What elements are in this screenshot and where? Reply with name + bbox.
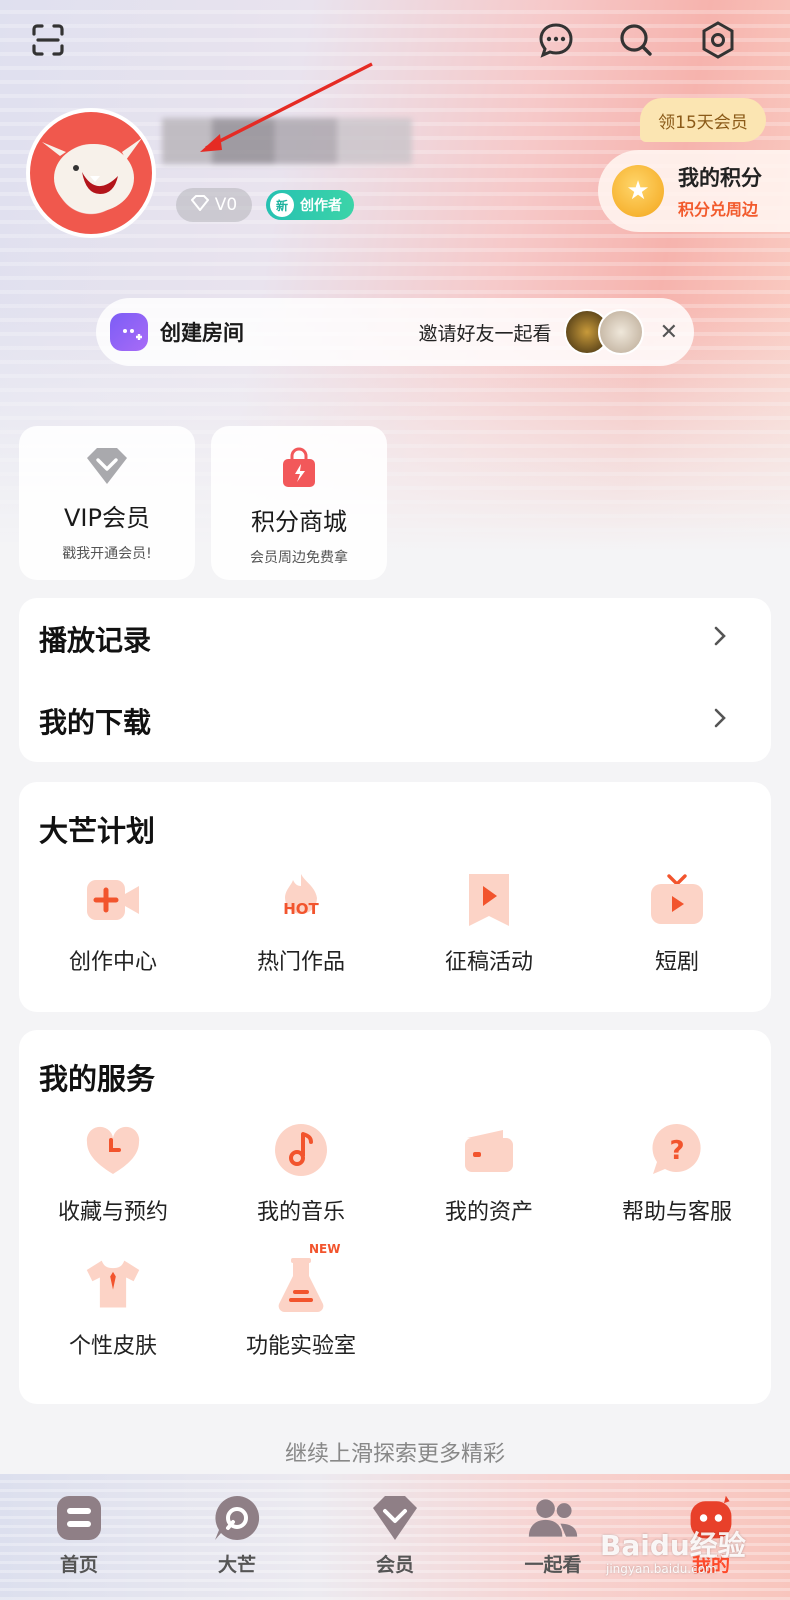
short-drama-label: 短剧 (654, 950, 699, 975)
annotation-arrow (200, 62, 373, 152)
creation-center-label: 创作中心 (68, 950, 157, 975)
new-badge: NEW (309, 1242, 341, 1256)
vip-trial-bubble[interactable]: 领15天会员 (640, 98, 766, 142)
watermark-sub: jingyan.baidu.com (606, 1562, 717, 1576)
explore-more-hint: 继续上滑探索更多精彩 (284, 1442, 505, 1467)
star-coin-icon: ★ (612, 165, 664, 217)
favorites-item[interactable]: 收藏与预约 (19, 1120, 207, 1226)
tab-damang[interactable]: 大芒 (158, 1474, 316, 1600)
hot-works-item[interactable]: HOT 热门作品 (207, 870, 395, 976)
mall-card-title: 积分商城 (251, 508, 347, 536)
watch-together-icon (527, 1492, 579, 1544)
friend-avatar (597, 309, 644, 355)
search-icon[interactable] (614, 18, 658, 62)
flask-icon: NEW (271, 1242, 340, 1314)
feature-lab-item[interactable]: NEW 功能实验室 (207, 1242, 395, 1360)
tab-home-label: 首页 (59, 1554, 98, 1576)
close-icon[interactable]: ✕ (660, 320, 678, 345)
shopping-bag-icon (277, 446, 321, 494)
hot-works-label: 热门作品 (256, 950, 345, 975)
message-icon[interactable] (534, 18, 578, 62)
points-title: 我的积分 (678, 166, 762, 190)
help-service-label: 帮助与客服 (621, 1200, 732, 1225)
my-download-label: 我的下载 (39, 706, 152, 739)
room-add-icon (110, 313, 148, 351)
points-mall-card[interactable]: 积分商城 会员周边免费拿 (211, 426, 387, 580)
submission-event-label: 征稿活动 (444, 950, 533, 975)
submission-event-item[interactable]: 征稿活动 (395, 870, 583, 976)
baidu-watermark: Baidu经验 jingyan.baidu.com (600, 1524, 746, 1576)
my-services-panel: 我的服务 收藏与预约 我的音乐 我的资产 ? 帮助与客服 个性皮肤 NEW 功能… (19, 1030, 771, 1404)
points-subtitle: 积分兑周边 (678, 200, 759, 219)
friend-avatars (563, 309, 644, 355)
creator-label: 创作者 (300, 198, 342, 214)
help-bubble-icon: ? (647, 1120, 707, 1180)
invite-label: 邀请好友一起看 (418, 322, 552, 345)
music-note-icon (271, 1120, 331, 1180)
watermark-text: Baidu经验 (600, 1529, 746, 1562)
diamond-icon (83, 446, 131, 490)
tv-play-icon (647, 870, 707, 930)
create-room-label: 创建房间 (160, 321, 244, 345)
creator-badge[interactable]: 新 创作者 (266, 190, 354, 220)
my-assets-item[interactable]: 我的资产 (395, 1120, 583, 1226)
feature-lab-label: 功能实验室 (245, 1334, 356, 1359)
avatar[interactable] (26, 108, 156, 238)
history-download-panel: 播放记录 我的下载 (19, 598, 771, 762)
vip-card-title: VIP会员 (64, 504, 150, 532)
points-card[interactable]: ★ 我的积分 积分兑周边 (598, 150, 790, 232)
home-icon (53, 1492, 105, 1544)
creator-new-tag: 新 (270, 193, 294, 217)
hot-flame-icon: HOT (271, 870, 331, 930)
vip-member-card[interactable]: VIP会员 戳我开通会员! (19, 426, 195, 580)
level-badge[interactable]: V0 (176, 188, 252, 222)
creation-center-item[interactable]: 创作中心 (19, 870, 207, 976)
heart-clock-icon (83, 1120, 143, 1180)
short-drama-item[interactable]: 短剧 (583, 870, 771, 976)
create-room-bar[interactable]: 创建房间 邀请好友一起看 ✕ (96, 298, 694, 366)
mall-card-subtitle: 会员周边免费拿 (250, 550, 348, 566)
my-music-label: 我的音乐 (256, 1200, 345, 1225)
play-history-row[interactable]: 播放记录 (19, 598, 771, 680)
tab-home[interactable]: 首页 (0, 1474, 158, 1600)
my-assets-label: 我的资产 (444, 1200, 533, 1225)
svg-text:HOT: HOT (283, 900, 319, 918)
vip-card-subtitle: 戳我开通会员! (62, 546, 152, 562)
tab-vip[interactable]: 会员 (316, 1474, 474, 1600)
chevron-right-icon (713, 707, 727, 735)
help-service-item[interactable]: ? 帮助与客服 (583, 1120, 771, 1226)
svg-text:?: ? (669, 1136, 684, 1166)
favorites-label: 收藏与预约 (57, 1200, 168, 1225)
damang-plan-panel: 大芒计划 创作中心 HOT 热门作品 征稿活动 短剧 (19, 782, 771, 1012)
my-services-title: 我的服务 (39, 1062, 156, 1096)
damang-plan-title: 大芒计划 (39, 814, 156, 848)
damang-icon (211, 1492, 263, 1544)
tab-watch-together-label: 一起看 (524, 1554, 582, 1576)
wallet-icon (459, 1120, 519, 1180)
tab-vip-label: 会员 (375, 1554, 414, 1576)
video-plus-icon (83, 870, 143, 930)
theme-skin-item[interactable]: 个性皮肤 (19, 1254, 207, 1360)
tab-damang-label: 大芒 (217, 1554, 256, 1576)
theme-skin-label: 个性皮肤 (68, 1334, 157, 1359)
tshirt-icon (83, 1254, 143, 1314)
level-label: V0 (214, 195, 238, 215)
scan-icon[interactable] (26, 18, 70, 62)
vip-icon (369, 1492, 421, 1544)
settings-icon[interactable] (696, 18, 740, 62)
my-music-item[interactable]: 我的音乐 (207, 1120, 395, 1226)
chevron-right-icon (713, 625, 727, 653)
diamond-icon (190, 194, 210, 216)
play-history-label: 播放记录 (39, 624, 152, 657)
play-bookmark-icon (459, 870, 519, 930)
my-download-row[interactable]: 我的下载 (19, 680, 771, 762)
